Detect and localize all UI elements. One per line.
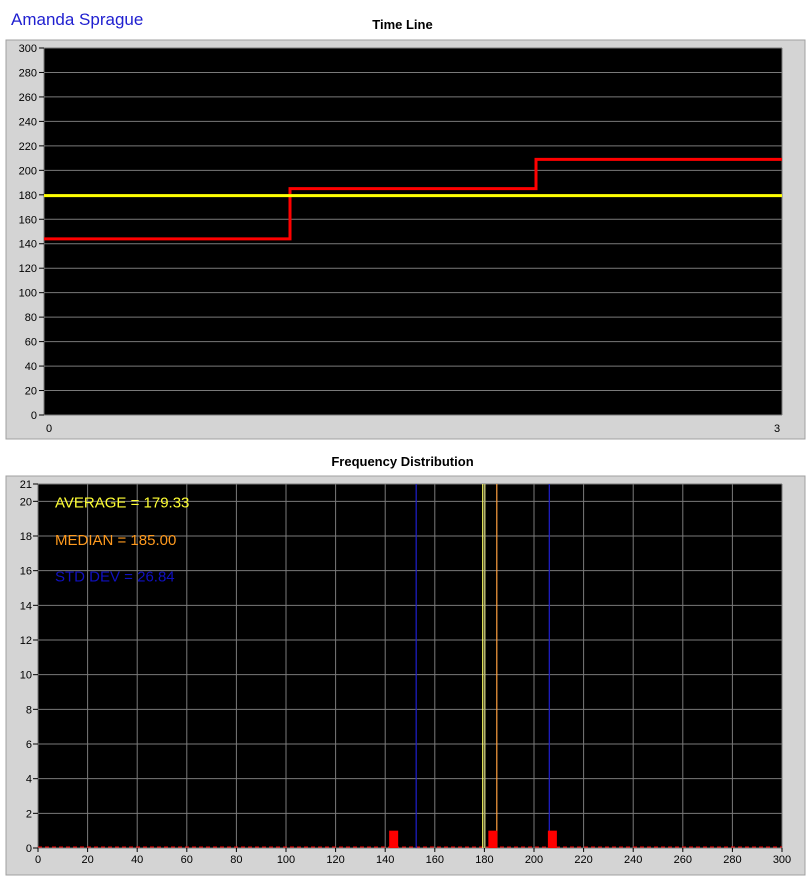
frequency-ytick-label: 12 — [20, 635, 32, 647]
frequency-ytick-label: 16 — [20, 566, 32, 578]
timeline-ytick-label: 260 — [19, 92, 37, 104]
frequency-xtick-label: 20 — [81, 854, 93, 866]
frequency-xtick-label: 80 — [230, 854, 242, 866]
frequency-xtick-label: 300 — [773, 854, 791, 866]
timeline-ytick-label: 120 — [19, 263, 37, 275]
frequency-ytick-label: 14 — [20, 600, 32, 612]
timeline-ytick-label: 80 — [25, 312, 37, 324]
timeline-ytick-label: 40 — [25, 361, 37, 373]
frequency-ytick-label: 21 — [20, 479, 32, 491]
frequency-ytick-label: 2 — [26, 808, 32, 820]
timeline-ytick-label: 240 — [19, 116, 37, 128]
timeline-ytick-label: 200 — [19, 165, 37, 177]
frequency-annotation-1: AVERAGE = 179.33 — [55, 494, 189, 511]
frequency-xtick-label: 140 — [376, 854, 394, 866]
timeline-ytick-label: 220 — [19, 141, 37, 153]
frequency-annotation-3: STD DEV = 26.84 — [55, 569, 175, 586]
timeline-ytick-label: 300 — [19, 43, 37, 55]
timeline-xtick-label: 3 — [774, 423, 780, 435]
frequency-ytick-label: 18 — [20, 531, 32, 543]
frequency-xtick-label: 280 — [723, 854, 741, 866]
timeline-ytick-label: 160 — [19, 214, 37, 226]
frequency-xtick-label: 260 — [674, 854, 692, 866]
timeline-ytick-label: 20 — [25, 386, 37, 398]
timeline-chart: 0204060801001201401601802002202402602803… — [5, 39, 806, 876]
frequency-ytick-label: 0 — [26, 843, 32, 855]
frequency-xtick-label: 60 — [181, 854, 193, 866]
timeline-plot-area — [44, 48, 782, 415]
frequency-ytick-label: 8 — [26, 704, 32, 716]
frequency-xtick-label: 180 — [475, 854, 493, 866]
frequency-ytick-label: 20 — [20, 496, 32, 508]
frequency-xtick-label: 200 — [525, 854, 543, 866]
frequency-xtick-label: 120 — [326, 854, 344, 866]
frequency-xtick-label: 220 — [574, 854, 592, 866]
frequency-xtick-label: 40 — [131, 854, 143, 866]
frequency-bar-2 — [488, 830, 498, 848]
timeline-ytick-label: 140 — [19, 239, 37, 251]
timeline-ytick-label: 60 — [25, 337, 37, 349]
timeline-ytick-label: 100 — [19, 288, 37, 300]
frequency-annotation-2: MEDIAN = 185.00 — [55, 532, 176, 549]
frequency-xtick-label: 0 — [35, 854, 41, 866]
timeline-ytick-label: 180 — [19, 190, 37, 202]
frequency-ytick-label: 10 — [20, 670, 32, 682]
frequency-xtick-label: 240 — [624, 854, 642, 866]
frequency-bar-1 — [389, 830, 399, 848]
frequency-bar-3 — [547, 830, 557, 848]
frequency-ytick-label: 4 — [26, 774, 32, 786]
frequency-xtick-label: 160 — [426, 854, 444, 866]
timeline-xtick-label: 0 — [46, 423, 52, 435]
timeline-ytick-label: 0 — [31, 410, 37, 422]
frequency-ytick-label: 6 — [26, 739, 32, 751]
frequency-xtick-label: 100 — [277, 854, 295, 866]
timeline-ytick-label: 280 — [19, 67, 37, 79]
